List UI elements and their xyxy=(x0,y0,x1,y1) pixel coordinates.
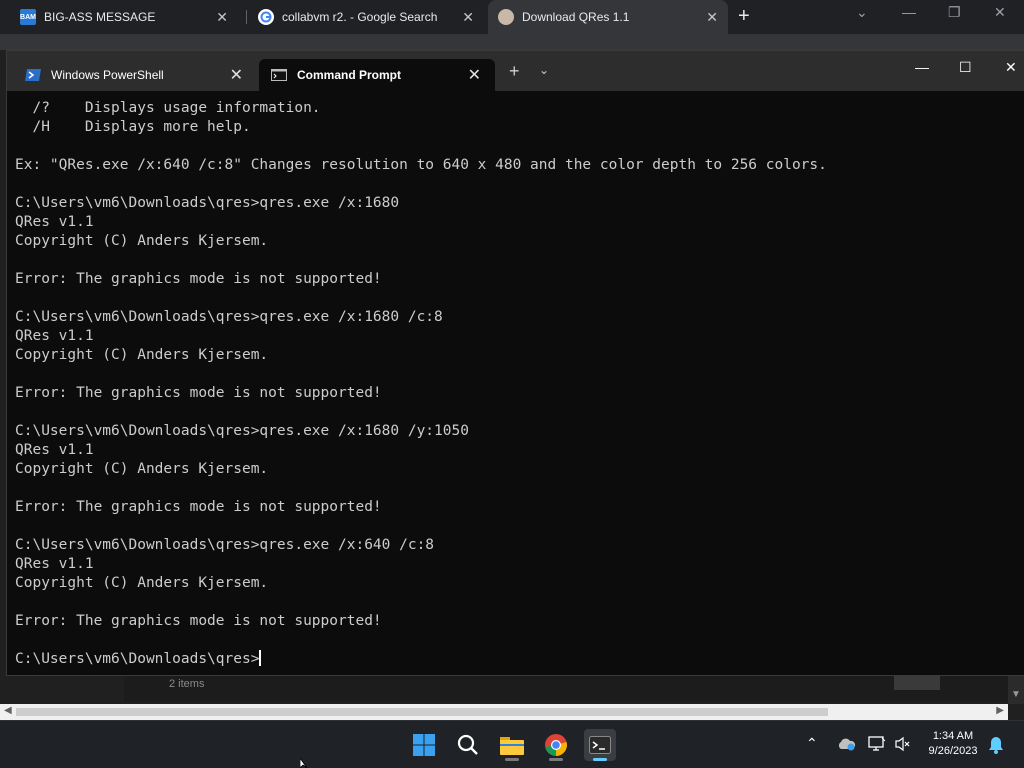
console-line: QRes v1.1 xyxy=(15,442,94,458)
scroll-left-icon[interactable]: ◀ xyxy=(4,705,12,716)
windows-logo-icon xyxy=(413,734,435,756)
command-prompt: C:\Users\vm6\Downloads\qres> xyxy=(15,651,260,667)
new-tab-icon[interactable]: + xyxy=(509,61,520,82)
active-indicator xyxy=(593,758,607,761)
running-indicator xyxy=(505,758,519,761)
horizontal-scrollbar[interactable]: ◀ ▶ xyxy=(0,704,1008,720)
google-favicon-icon xyxy=(258,9,274,25)
notification-bell-icon[interactable] xyxy=(988,736,1004,757)
site-favicon-icon xyxy=(498,9,514,25)
scroll-down-icon[interactable]: ▼ xyxy=(1011,689,1021,700)
minimize-icon[interactable]: — xyxy=(902,4,916,20)
start-button[interactable] xyxy=(408,729,440,761)
console-history: /? Displays usage information. /H Displa… xyxy=(15,100,827,629)
terminal-window: Windows PowerShell ✕ Command Prompt ✕ + … xyxy=(6,50,1024,676)
terminal-titlebar: Windows PowerShell ✕ Command Prompt ✕ + … xyxy=(7,51,1024,91)
item-count: 2 items xyxy=(169,678,205,690)
powershell-icon xyxy=(25,69,41,81)
tab-windows-powershell[interactable]: Windows PowerShell ✕ xyxy=(13,59,257,91)
console-line: Error: The graphics mode is not supporte… xyxy=(15,613,382,629)
system-clock[interactable]: 1:34 AM 9/26/2023 xyxy=(922,729,984,759)
clock-time: 1:34 AM xyxy=(932,730,974,742)
clock-date: 9/26/2023 xyxy=(928,745,978,757)
text-cursor xyxy=(259,650,262,666)
maximize-icon[interactable]: ☐ xyxy=(959,59,972,76)
search-icon xyxy=(457,734,478,755)
close-icon[interactable]: ✕ xyxy=(706,9,718,26)
scroll-right-icon[interactable]: ▶ xyxy=(996,705,1004,716)
close-icon[interactable]: ✕ xyxy=(462,9,474,26)
scrollbar-thumb[interactable] xyxy=(16,708,828,716)
bam-favicon-icon: BAM xyxy=(20,9,36,25)
console-line: QRes v1.1 xyxy=(15,328,94,344)
console-output[interactable]: /? Displays usage information. /H Displa… xyxy=(15,99,827,669)
cmd-icon xyxy=(271,69,287,81)
folder-icon xyxy=(500,737,524,755)
volume-muted-icon[interactable] xyxy=(894,736,912,755)
tab-label: Command Prompt xyxy=(297,68,402,82)
running-indicator xyxy=(549,758,563,761)
console-line: /? Displays usage information. xyxy=(15,100,321,116)
mouse-pointer-icon xyxy=(300,758,308,768)
network-icon[interactable] xyxy=(868,736,886,755)
tab-command-prompt[interactable]: Command Prompt ✕ xyxy=(259,59,495,91)
console-line: Copyright (C) Anders Kjersem. xyxy=(15,347,269,363)
browser-tab-strip: BAM BIG-ASS MESSAGE ✕ collabvm r2. - Goo… xyxy=(0,0,1024,34)
console-line: QRes v1.1 xyxy=(15,214,94,230)
close-icon[interactable]: ✕ xyxy=(468,65,481,85)
close-icon[interactable]: ✕ xyxy=(216,9,228,26)
new-tab-icon[interactable]: + xyxy=(738,5,750,28)
taskbar: ⌃ 1:34 AM 9/26/2023 xyxy=(0,720,1024,768)
close-window-icon[interactable]: ✕ xyxy=(994,4,1006,21)
search-button[interactable] xyxy=(452,729,484,761)
chevron-up-icon[interactable]: ⌃ xyxy=(806,735,818,752)
chrome-icon xyxy=(545,734,567,756)
console-line: Copyright (C) Anders Kjersem. xyxy=(15,575,269,591)
browser-tab-title: BIG-ASS MESSAGE xyxy=(44,10,156,24)
browser-tab-google-search[interactable]: collabvm r2. - Google Search ✕ xyxy=(258,0,484,34)
chevron-down-icon[interactable]: ⌄ xyxy=(539,63,549,77)
tab-separator xyxy=(246,10,247,24)
restore-icon[interactable]: ❐ xyxy=(948,4,961,21)
minimize-icon[interactable]: — xyxy=(915,59,929,75)
browser-tab-title: Download QRes 1.1 xyxy=(522,10,630,24)
terminal-icon xyxy=(589,736,611,754)
console-line: Error: The graphics mode is not supporte… xyxy=(15,385,382,401)
close-icon[interactable]: ✕ xyxy=(230,65,243,85)
console-line: QRes v1.1 xyxy=(15,556,94,572)
tab-label: Windows PowerShell xyxy=(51,68,164,82)
console-line: C:\Users\vm6\Downloads\qres>qres.exe /x:… xyxy=(15,195,400,211)
console-line: C:\Users\vm6\Downloads\qres>qres.exe /x:… xyxy=(15,309,443,325)
console-line: Ex: "QRes.exe /x:640 /c:8" Changes resol… xyxy=(15,157,827,173)
file-explorer-button[interactable] xyxy=(496,729,528,761)
onedrive-icon[interactable] xyxy=(836,737,856,754)
console-line: C:\Users\vm6\Downloads\qres>qres.exe /x:… xyxy=(15,423,469,439)
browser-tab-big-ass-message[interactable]: BAM BIG-ASS MESSAGE ✕ xyxy=(20,0,238,34)
chevron-down-icon[interactable]: ⌄ xyxy=(856,4,868,21)
console-line: Error: The graphics mode is not supporte… xyxy=(15,499,382,515)
console-line: Copyright (C) Anders Kjersem. xyxy=(15,461,269,477)
console-line: /H Displays more help. xyxy=(15,119,251,135)
chrome-button[interactable] xyxy=(540,729,572,761)
browser-tab-download-qres[interactable]: Download QRes 1.1 ✕ xyxy=(488,0,728,34)
console-line: Copyright (C) Anders Kjersem. xyxy=(15,233,269,249)
console-line: C:\Users\vm6\Downloads\qres>qres.exe /x:… xyxy=(15,537,435,553)
view-toggle[interactable] xyxy=(894,674,940,690)
close-window-icon[interactable]: ✕ xyxy=(1005,59,1017,76)
console-line: Error: The graphics mode is not supporte… xyxy=(15,271,382,287)
browser-toolbar xyxy=(0,34,1024,50)
terminal-button[interactable] xyxy=(584,729,616,761)
browser-tab-title: collabvm r2. - Google Search xyxy=(282,10,438,24)
